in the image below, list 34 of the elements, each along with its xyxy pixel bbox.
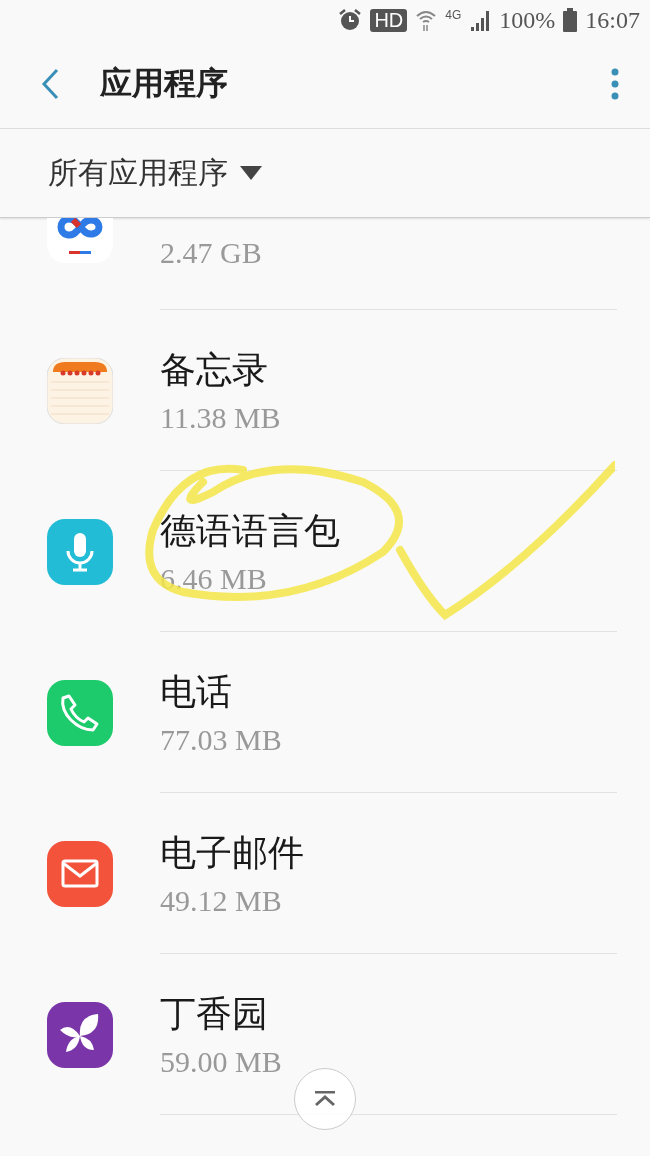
app-name: 备忘录 bbox=[160, 348, 269, 392]
wifi-icon bbox=[415, 8, 438, 32]
app-size: 59.00 MB bbox=[160, 1045, 282, 1079]
battery-percentage: 100% bbox=[499, 6, 556, 34]
alarm-clock-icon bbox=[338, 8, 363, 32]
app-list-item[interactable]: 备忘录 11.38 MB bbox=[0, 310, 650, 471]
app-size: 6.46 MB bbox=[160, 562, 268, 596]
app-list-item[interactable]: 电话 77.03 MB bbox=[0, 632, 650, 793]
envelope-app-icon bbox=[47, 840, 113, 907]
battery-icon bbox=[563, 8, 578, 32]
app-size: 11.38 MB bbox=[160, 401, 281, 435]
page-title: 应用程序 bbox=[100, 63, 229, 104]
dropdown-caret-icon bbox=[240, 166, 262, 180]
app-list-item[interactable]: 电子邮件 49.12 MB bbox=[0, 793, 650, 954]
microphone-app-icon bbox=[47, 518, 113, 585]
app-list-item[interactable]: 德语语言包 6.46 MB bbox=[0, 471, 650, 632]
app-size: 49.12 MB bbox=[160, 884, 283, 918]
chevron-up-icon bbox=[313, 1091, 337, 1107]
app-filter-dropdown[interactable]: 所有应用程序 bbox=[48, 152, 262, 194]
more-options-icon bbox=[611, 68, 619, 100]
app-name: 德语语言包 bbox=[160, 509, 340, 553]
leaf-app-icon bbox=[47, 1001, 113, 1068]
app-size: 2.47 GB bbox=[160, 236, 262, 270]
notepad-app-icon bbox=[47, 357, 113, 424]
app-size: 77.03 MB bbox=[160, 723, 282, 757]
app-list-item[interactable]: 丁香园 59.00 MB bbox=[0, 954, 650, 1115]
clock-time: 16:07 bbox=[585, 6, 640, 34]
network-type-label: 4G bbox=[445, 8, 462, 22]
app-name: 丁香园 bbox=[160, 992, 269, 1036]
app-name: 电子邮件 bbox=[160, 831, 304, 875]
hd-badge: HD bbox=[370, 8, 408, 32]
phone-app-icon bbox=[47, 679, 113, 746]
signal-icon bbox=[469, 9, 492, 31]
app-name: 电话 bbox=[160, 670, 233, 714]
